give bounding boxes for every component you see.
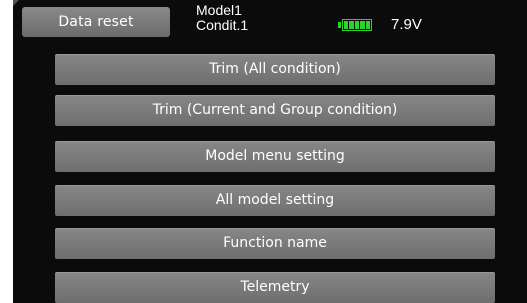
trim-current-group-condition-button[interactable]: Trim (Current and Group condition)	[55, 95, 495, 126]
transmitter-screen: Data reset Model1 Condit.1 7.9V Trim (Al…	[13, 0, 527, 303]
model-name: Model1	[196, 2, 242, 18]
telemetry-button[interactable]: Telemetry	[55, 272, 495, 303]
battery-cell	[354, 21, 360, 29]
battery-tip	[338, 22, 341, 28]
trim-all-condition-button[interactable]: Trim (All condition)	[55, 54, 495, 85]
battery-cell	[360, 21, 365, 29]
battery-cell	[365, 21, 371, 29]
model-menu-setting-button[interactable]: Model menu setting	[55, 141, 495, 172]
battery-icon	[338, 19, 372, 31]
battery-cell	[349, 21, 354, 29]
corner-mark	[13, 0, 19, 6]
all-model-setting-button[interactable]: All model setting	[55, 185, 495, 216]
battery-cell	[344, 21, 349, 29]
function-name-button[interactable]: Function name	[55, 228, 495, 259]
battery-voltage: 7.9V	[391, 16, 422, 33]
condition-name: Condit.1	[196, 17, 249, 33]
battery-body	[342, 19, 372, 31]
page-title-tab[interactable]: Data reset	[22, 7, 170, 37]
model-info: Model1 Condit.1	[196, 3, 248, 33]
